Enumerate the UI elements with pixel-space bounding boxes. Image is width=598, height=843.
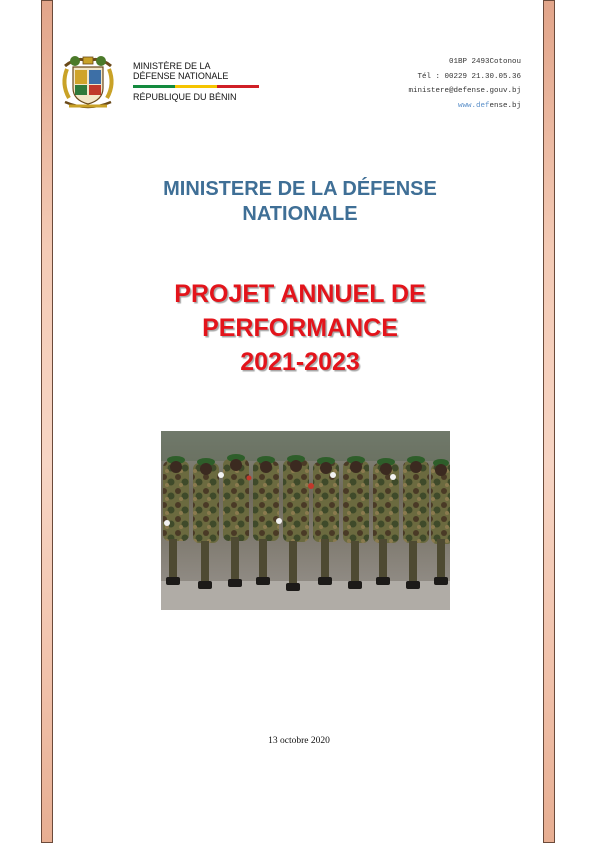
ministry-header-block: MINISTÈRE DE LA DÉFENSE NATIONALE RÉPUBL… (133, 61, 263, 102)
document-date: 13 octobre 2020 (268, 736, 330, 746)
contact-address: 01BP 2493Cotonou (448, 58, 521, 66)
ministry-title: MINISTERE DE LA DÉFENSE NATIONALE (120, 177, 480, 227)
project-title-years: 2021-2023 (240, 348, 360, 376)
flag-color-bar (133, 85, 259, 88)
project-title-line1: PROJET ANNUEL DE (174, 280, 426, 308)
right-decorative-band (543, 0, 555, 843)
flag-green-stripe (133, 85, 175, 88)
republic-name: RÉPUBLIQUE DU BÉNIN (133, 92, 237, 102)
website-part1: www.def (457, 101, 490, 110)
coat-of-arms-emblem (62, 56, 114, 109)
contact-phone: Tél : 00229 21.30.05.36 (417, 72, 521, 81)
ministry-name-line1: MINISTÈRE DE LA (133, 61, 211, 71)
soldiers-parade-photo (161, 431, 450, 610)
flag-red-stripe (217, 85, 259, 88)
contact-block: 01BP 2493Cotonou Tél : 00229 21.30.05.36… (408, 55, 521, 113)
flag-yellow-stripe (175, 85, 217, 88)
left-decorative-band (41, 0, 53, 843)
project-title: PROJET ANNUEL DE PERFORMANCE 2021-2023 (100, 277, 500, 379)
project-title-line2: PERFORMANCE (202, 314, 398, 342)
contact-email[interactable]: ministere@defense.gouv.bj (408, 84, 521, 99)
ministry-title-line1: MINISTERE DE LA DÉFENSE (163, 178, 437, 200)
ministry-name-line2: DÉFENSE NATIONALE (133, 71, 229, 81)
contact-website[interactable]: www.defense.bj (408, 99, 521, 114)
website-part2: ense.bj (489, 101, 521, 110)
ministry-title-line2: NATIONALE (242, 203, 358, 225)
